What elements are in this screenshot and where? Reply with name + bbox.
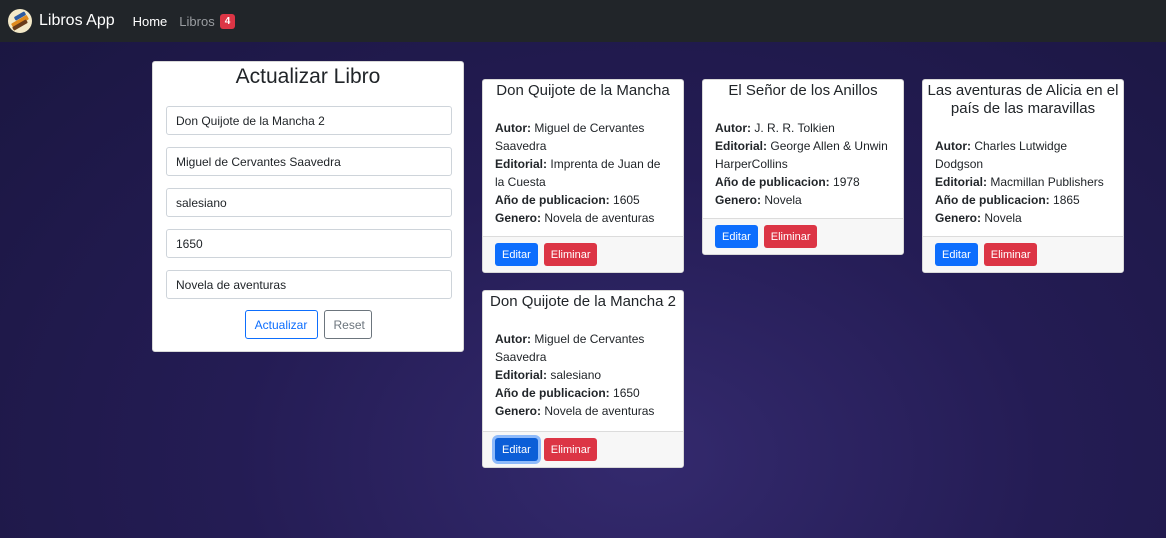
book-title: Don Quijote de la Mancha 2 bbox=[490, 293, 676, 310]
book-year: 1978 bbox=[833, 175, 860, 189]
book-card: Don Quijote de la Mancha Autor: Miguel d… bbox=[482, 79, 684, 273]
year-field[interactable] bbox=[166, 229, 452, 258]
author-label: Autor: bbox=[495, 121, 531, 135]
book-title: El Señor de los Anillos bbox=[728, 82, 878, 99]
card-footer: Editar Eliminar bbox=[923, 236, 1123, 272]
edit-button[interactable]: Editar bbox=[935, 243, 978, 266]
book-genre: Novela bbox=[764, 193, 802, 207]
brand-text: Libros App bbox=[39, 12, 115, 29]
book-publisher: Macmillan Publishers bbox=[990, 175, 1104, 189]
edit-button[interactable]: Editar bbox=[495, 438, 538, 461]
form-title: Actualizar Libro bbox=[235, 65, 381, 88]
genre-label: Genero: bbox=[495, 404, 542, 418]
update-button[interactable]: Actualizar bbox=[244, 310, 318, 339]
author-field[interactable] bbox=[166, 147, 452, 176]
brand-link[interactable]: Libros App bbox=[8, 9, 115, 33]
genre-label: Genero: bbox=[495, 211, 542, 225]
year-label: Año de publicacion: bbox=[935, 193, 1050, 207]
book-details: Autor: Miguel de Cervantes Saavedra Edit… bbox=[483, 119, 683, 227]
author-label: Autor: bbox=[495, 332, 531, 346]
genre-field[interactable] bbox=[166, 270, 452, 299]
nav-home-link[interactable]: Home bbox=[133, 14, 168, 29]
publisher-label: Editorial: bbox=[495, 157, 548, 171]
delete-button[interactable]: Eliminar bbox=[983, 243, 1038, 266]
book-card: Las aventuras de Alicia en el país de la… bbox=[922, 79, 1124, 273]
book-genre: Novela de aventuras bbox=[544, 404, 655, 418]
book-title: Don Quijote de la Mancha bbox=[496, 82, 670, 99]
book-details: Autor: Charles Lutwidge Dodgson Editoria… bbox=[923, 137, 1123, 227]
card-footer: Editar Eliminar bbox=[703, 218, 903, 254]
publisher-label: Editorial: bbox=[935, 175, 988, 189]
book-card: Don Quijote de la Mancha 2 Autor: Miguel… bbox=[482, 290, 684, 468]
edit-button[interactable]: Editar bbox=[715, 225, 758, 248]
book-genre: Novela de aventuras bbox=[544, 211, 655, 225]
book-details: Autor: J. R. R. Tolkien Editorial: Georg… bbox=[703, 119, 903, 209]
author-label: Autor: bbox=[935, 139, 971, 153]
year-label: Año de publicacion: bbox=[495, 386, 610, 400]
edit-button[interactable]: Editar bbox=[495, 243, 538, 266]
year-label: Año de publicacion: bbox=[495, 193, 610, 207]
publisher-field[interactable] bbox=[166, 188, 452, 217]
nav-libros-link[interactable]: Libros 4 bbox=[179, 13, 236, 29]
libros-count-badge: 4 bbox=[219, 13, 236, 29]
year-label: Año de publicacion: bbox=[715, 175, 830, 189]
delete-button[interactable]: Eliminar bbox=[763, 225, 818, 248]
books-logo-icon bbox=[8, 9, 32, 33]
book-card: El Señor de los Anillos Autor: J. R. R. … bbox=[702, 79, 904, 255]
book-author: J. R. R. Tolkien bbox=[754, 121, 835, 135]
author-label: Autor: bbox=[715, 121, 751, 135]
reset-button[interactable]: Reset bbox=[323, 310, 372, 339]
delete-button[interactable]: Eliminar bbox=[543, 243, 598, 266]
title-field[interactable] bbox=[166, 106, 452, 135]
form-actions: Actualizar Reset bbox=[153, 310, 463, 339]
navbar: Libros App Home Libros 4 bbox=[0, 0, 1166, 42]
book-publisher: salesiano bbox=[550, 368, 602, 382]
book-genre: Novela bbox=[984, 211, 1022, 225]
publisher-label: Editorial: bbox=[495, 368, 548, 382]
publisher-label: Editorial: bbox=[715, 139, 768, 153]
nav-libros-label: Libros bbox=[179, 13, 215, 29]
book-year: 1605 bbox=[613, 193, 640, 207]
book-details: Autor: Miguel de Cervantes Saavedra Edit… bbox=[483, 330, 683, 420]
book-year: 1650 bbox=[613, 386, 640, 400]
book-year: 1865 bbox=[1053, 193, 1080, 207]
update-book-form: Actualizar Libro Actualizar Reset bbox=[152, 61, 464, 352]
genre-label: Genero: bbox=[935, 211, 982, 225]
genre-label: Genero: bbox=[715, 193, 762, 207]
book-title: Las aventuras de Alicia en el país de la… bbox=[927, 82, 1119, 117]
delete-button[interactable]: Eliminar bbox=[543, 438, 598, 461]
card-footer: Editar Eliminar bbox=[483, 431, 683, 467]
card-footer: Editar Eliminar bbox=[483, 236, 683, 272]
